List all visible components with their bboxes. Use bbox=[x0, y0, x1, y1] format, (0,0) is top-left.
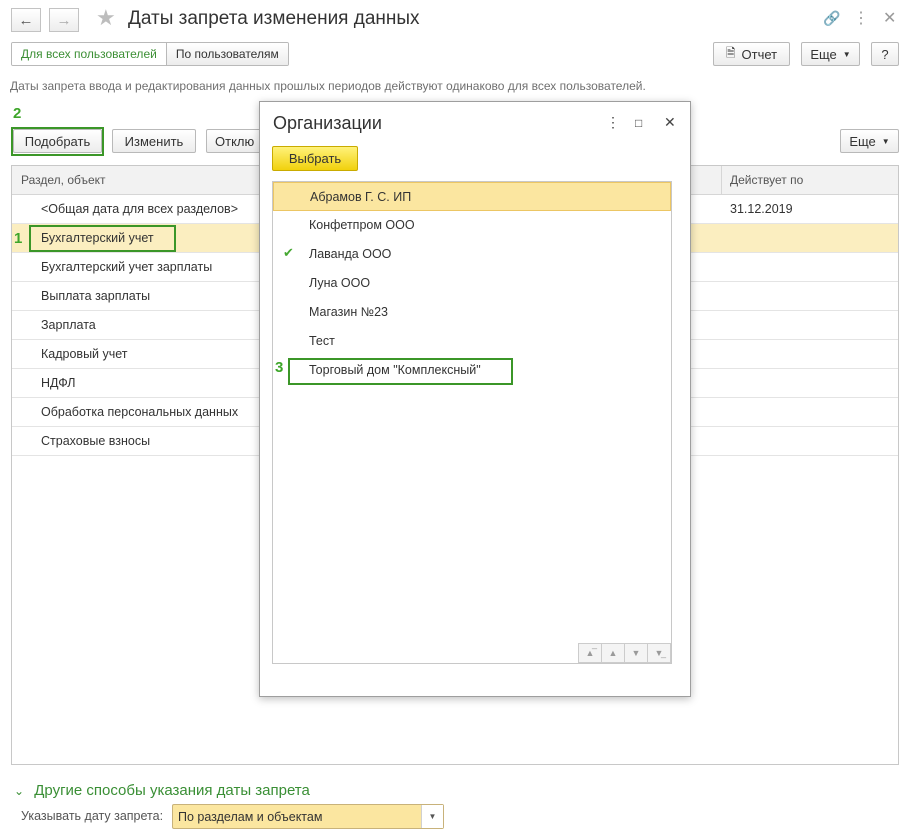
list-item[interactable]: Тест bbox=[273, 327, 671, 356]
help-button[interactable]: ? bbox=[871, 42, 899, 66]
prohibition-date-value: По разделам и объектам bbox=[178, 810, 323, 824]
disable-button[interactable]: Отклю bbox=[206, 129, 266, 153]
more-vertical-icon[interactable]: ⋮ bbox=[606, 114, 620, 131]
report-icon: 🗎 bbox=[725, 45, 736, 60]
change-button[interactable]: Изменить bbox=[112, 129, 196, 153]
more-top-label: Еще bbox=[810, 46, 837, 62]
org-name: Магазин №23 bbox=[309, 305, 389, 319]
dropdown-arrow-icon[interactable]: ▼ bbox=[421, 805, 443, 828]
org-name: Луна ООО bbox=[309, 276, 371, 290]
organizations-dialog: Организации ⋮ □ ✕ Выбрать Абрамов Г. С. … bbox=[259, 101, 691, 697]
checkmark-icon: ✔ bbox=[283, 245, 294, 260]
maximize-icon[interactable]: □ bbox=[635, 116, 642, 130]
highlight-accounting-row bbox=[29, 225, 176, 252]
list-item-current[interactable]: Абрамов Г. С. ИП bbox=[273, 182, 671, 211]
org-name: Конфетпром ООО bbox=[309, 218, 415, 232]
scroll-bottom-icon[interactable]: ▼̲ bbox=[647, 643, 671, 663]
row-name: Зарплата bbox=[41, 318, 96, 332]
highlight-pick-button bbox=[11, 127, 104, 156]
row-name: Выплата зарплаты bbox=[41, 289, 151, 303]
dialog-close-icon[interactable]: ✕ bbox=[664, 114, 676, 131]
row-name: НДФЛ bbox=[41, 376, 76, 390]
page-title: Даты запрета изменения данных bbox=[128, 8, 420, 29]
list-scroll-controls: ▲̅ ▲ ▼ ▼̲ bbox=[578, 643, 671, 663]
more-label: Еще bbox=[849, 133, 876, 149]
row-name: <Общая дата для всех разделов> bbox=[41, 202, 238, 216]
more-top-button[interactable]: Еще ▼ bbox=[801, 42, 860, 66]
mode-switch: Для всех пользователей По пользователям bbox=[11, 42, 289, 66]
dropdown-arrow-icon: ▼ bbox=[842, 49, 851, 59]
close-icon[interactable]: ✕ bbox=[883, 8, 896, 28]
scroll-down-icon[interactable]: ▼ bbox=[624, 643, 648, 663]
list-item-checked[interactable]: ✔ Лаванда ООО bbox=[273, 240, 671, 269]
report-label: Отчет bbox=[741, 46, 778, 62]
link-icon[interactable]: 🔗 bbox=[823, 10, 840, 27]
scroll-top-icon[interactable]: ▲̅ bbox=[578, 643, 602, 663]
column-header-valid-until[interactable]: Действует по bbox=[730, 173, 803, 187]
row-name: Кадровый учет bbox=[41, 347, 128, 361]
org-name: Лаванда ООО bbox=[309, 247, 392, 261]
tab-by-user[interactable]: По пользователям bbox=[166, 43, 288, 65]
list-item[interactable]: Конфетпром ООО bbox=[273, 211, 671, 240]
row-date: 31.12.2019 bbox=[730, 202, 793, 216]
arrow-left-icon: ← bbox=[18, 11, 34, 29]
organizations-list: Абрамов Г. С. ИП Конфетпром ООО ✔ Лаванд… bbox=[272, 181, 672, 664]
tab-all-users[interactable]: Для всех пользователей bbox=[12, 43, 167, 65]
org-name: Абрамов Г. С. ИП bbox=[310, 190, 412, 204]
annotation-2: 2 bbox=[13, 105, 22, 122]
dropdown-arrow-icon: ▼ bbox=[881, 136, 890, 146]
annotation-3: 3 bbox=[275, 359, 284, 376]
org-name: Тест bbox=[309, 334, 335, 348]
info-text: Даты запрета ввода и редактирования данн… bbox=[10, 79, 646, 93]
more-button[interactable]: Еще ▼ bbox=[840, 129, 899, 153]
other-methods-link[interactable]: ⌄ Другие способы указания даты запрета bbox=[14, 782, 310, 799]
row-name: Страховые взносы bbox=[41, 434, 151, 448]
prohibition-date-select[interactable]: По разделам и объектам ▼ bbox=[172, 804, 444, 829]
chevron-down-icon: ⌄ bbox=[14, 784, 25, 798]
report-button[interactable]: 🗎 Отчет bbox=[713, 42, 790, 66]
forward-button[interactable]: → bbox=[49, 8, 79, 32]
list-item[interactable]: Магазин №23 bbox=[273, 298, 671, 327]
column-header-section[interactable]: Раздел, объект bbox=[21, 173, 106, 187]
row-name: Бухгалтерский учет зарплаты bbox=[41, 260, 213, 274]
arrow-right-icon: → bbox=[56, 11, 72, 29]
prohibition-date-label: Указывать дату запрета: bbox=[21, 809, 164, 823]
annotation-1: 1 bbox=[14, 230, 23, 247]
scroll-up-icon[interactable]: ▲ bbox=[601, 643, 625, 663]
dialog-title: Организации bbox=[273, 113, 382, 133]
favorite-star-icon[interactable]: ★ bbox=[96, 5, 116, 31]
highlight-trade-house-item bbox=[288, 358, 513, 385]
list-item[interactable]: Луна ООО bbox=[273, 269, 671, 298]
row-name: Обработка персональных данных bbox=[41, 405, 239, 419]
choose-button[interactable]: Выбрать bbox=[272, 146, 358, 171]
more-vertical-icon[interactable]: ⋮ bbox=[853, 8, 869, 28]
other-methods-label: Другие способы указания даты запрета bbox=[34, 782, 310, 799]
back-button[interactable]: ← bbox=[11, 8, 41, 32]
